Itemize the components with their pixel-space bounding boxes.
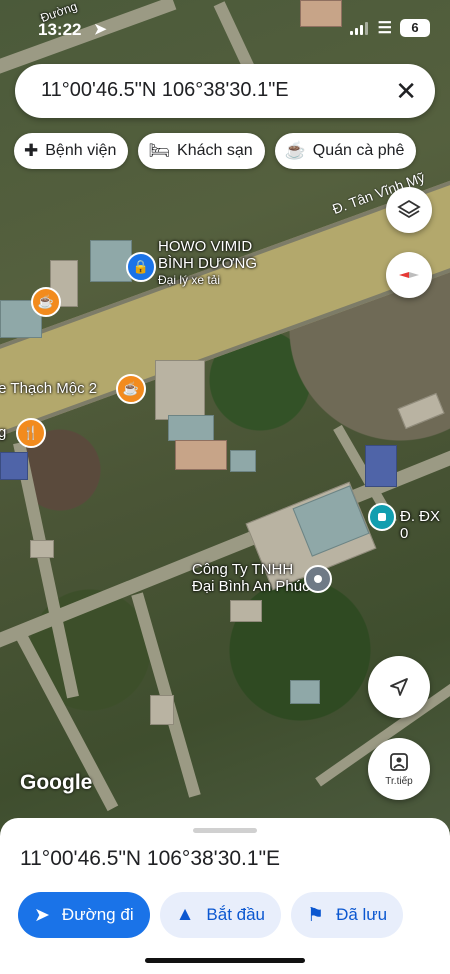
directions-icon: ➤	[34, 904, 50, 926]
building	[155, 360, 205, 420]
restaurant-pin[interactable]: 🍴	[16, 418, 46, 448]
category-chips: ✚ Bệnh viện 🛏 Khách sạn ☕ Quán cà phê	[14, 133, 417, 169]
wifi-icon: ☰	[377, 20, 392, 37]
status-time: 13:22	[38, 20, 82, 39]
building	[0, 452, 28, 480]
restaurant-label[interactable]: g	[0, 424, 6, 441]
compass-icon	[399, 272, 419, 278]
building	[230, 450, 256, 472]
action-buttons: ➤ Đường đi ▲ Bắt đầu ⚑ Đã lưu	[18, 892, 404, 938]
howo-name-line2: BÌNH DƯƠNG	[158, 255, 258, 272]
map-view[interactable]: Đ. Tân Vĩnh Mỹ Đường 🔒 HOWO VIMID BÌNH D…	[0, 0, 450, 830]
my-location-button[interactable]	[368, 656, 430, 718]
layers-button[interactable]	[386, 187, 432, 233]
saved-bookmark-icon: ⚑	[307, 904, 325, 926]
coffee-cup-icon: ☕	[122, 381, 140, 396]
compass-button[interactable]	[386, 252, 432, 298]
battery-icon: 6	[400, 19, 430, 37]
chip-hospital[interactable]: ✚ Bệnh viện	[14, 133, 129, 169]
company-pin[interactable]	[304, 565, 332, 593]
location-dot-icon	[314, 575, 322, 583]
howo-label[interactable]: HOWO VIMID BÌNH DƯƠNG Đại lý xe tải	[158, 238, 257, 289]
location-arrow-icon: ➤	[94, 21, 107, 38]
coffee-cup-icon: ☕	[284, 141, 306, 160]
directions-button[interactable]: ➤ Đường đi	[18, 892, 150, 938]
bus-stop-label[interactable]: Đ. ĐX 0	[400, 508, 450, 542]
coordinates-title: 11°00'46.5"N 106°38'30.1"E	[20, 847, 281, 870]
building	[90, 240, 132, 282]
google-attribution: Google	[20, 771, 93, 794]
sheet-drag-handle[interactable]	[193, 828, 257, 833]
building	[230, 600, 262, 622]
bus-stop-pin[interactable]	[368, 503, 396, 531]
close-icon[interactable]: ✕	[395, 76, 417, 107]
company-name-line1: Công Ty TNHH	[192, 561, 294, 578]
map-road	[13, 441, 79, 699]
start-button[interactable]: ▲ Bắt đầu	[159, 892, 282, 938]
home-indicator	[145, 958, 305, 963]
bus-stop-icon	[378, 513, 386, 521]
howo-category: Đại lý xe tải	[158, 273, 221, 287]
building	[397, 392, 445, 430]
building	[168, 415, 214, 441]
saved-label: Đã lưu	[336, 905, 388, 924]
cafe-label[interactable]: fe Thạch Mộc 2	[0, 380, 97, 397]
coffee-cup-icon: ☕	[37, 294, 55, 309]
navigation-arrow-icon: ▲	[175, 904, 195, 925]
streetview-button[interactable]: Tr.tiếp	[368, 738, 430, 800]
chip-label: Khách sạn	[177, 142, 253, 159]
building	[175, 440, 227, 470]
lock-shop-icon: 🔒	[132, 259, 150, 274]
howo-name-line1: HOWO VIMID	[158, 238, 253, 255]
chip-label: Bệnh viện	[45, 142, 117, 159]
building	[365, 445, 397, 487]
streetview-label: Tr.tiếp	[385, 775, 413, 787]
cafe-pin-thach-moc[interactable]: ☕	[116, 374, 146, 404]
chip-label: Quán cà phê	[312, 142, 405, 159]
bottom-sheet[interactable]: 11°00'46.5"N 106°38'30.1"E ➤ Đường đi ▲ …	[0, 818, 450, 974]
building	[30, 540, 54, 558]
cellular-signal-icon	[350, 22, 368, 35]
building	[290, 680, 320, 704]
company-label[interactable]: Công Ty TNHH Đại Bình An Phúc	[192, 561, 310, 595]
start-label: Bắt đầu	[206, 905, 266, 924]
cafe-pin[interactable]: ☕	[31, 287, 61, 317]
chip-cafe[interactable]: ☕ Quán cà phê	[274, 133, 417, 169]
navigation-arrow-icon	[390, 678, 408, 696]
hospital-icon: ✚	[24, 141, 39, 160]
directions-label: Đường đi	[61, 905, 134, 924]
status-bar: 13:22 ➤ ☰ 6	[38, 18, 430, 42]
chip-hotel[interactable]: 🛏 Khách sạn	[138, 133, 265, 169]
truck-dealer-pin[interactable]: 🔒	[126, 252, 156, 282]
streetview-person-icon	[390, 752, 408, 771]
search-query[interactable]: 11°00'46.5"N 106°38'30.1"E	[41, 79, 289, 102]
search-bar[interactable]: 11°00'46.5"N 106°38'30.1"E ✕	[15, 64, 435, 118]
saved-button[interactable]: ⚑ Đã lưu	[291, 892, 404, 938]
hotel-bed-icon: 🛏	[148, 141, 171, 160]
building	[150, 695, 174, 725]
company-name-line2: Đại Bình An Phúc	[192, 578, 310, 595]
layers-icon	[397, 199, 421, 219]
fork-knife-icon: 🍴	[22, 425, 40, 440]
